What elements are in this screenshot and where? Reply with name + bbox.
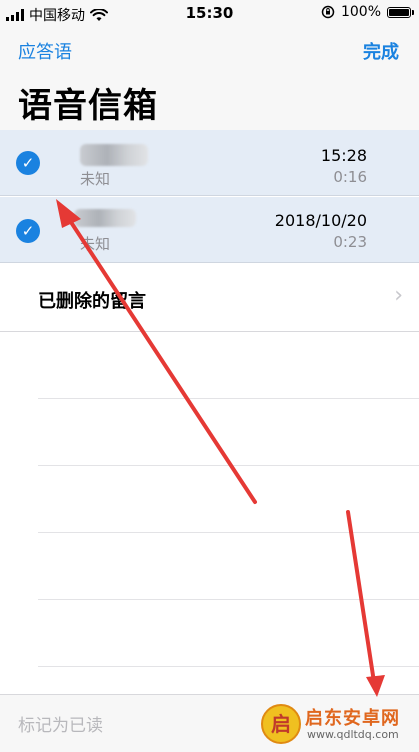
list-separator — [38, 398, 419, 399]
voicemail-time: 2018/10/20 — [274, 211, 367, 230]
battery-percent: 100% — [340, 4, 381, 20]
redacted-caller-name — [74, 209, 136, 227]
title-area: 语音信箱 — [0, 72, 419, 130]
status-bar: 中国移动 15:30 100% — [0, 0, 419, 28]
battery-icon — [387, 6, 414, 18]
checkmark-icon[interactable]: ✓ — [16, 151, 40, 175]
annotation-arrow — [346, 510, 385, 697]
voicemail-time: 15:28 — [320, 146, 367, 165]
list-separator — [38, 465, 419, 466]
voicemail-duration: 0:23 — [333, 233, 367, 251]
redacted-caller-name — [80, 144, 148, 166]
watermark-url: www.qdltdq.com — [307, 728, 399, 741]
page-title: 语音信箱 — [18, 86, 158, 126]
chevron-right-icon: › — [394, 283, 403, 308]
list-separator — [38, 599, 419, 600]
list-separator — [38, 532, 419, 533]
greeting-button[interactable]: 应答语 — [18, 38, 72, 64]
voicemail-duration: 0:16 — [333, 168, 367, 186]
watermark: 启 启东安卓网 www.qdltdq.com — [261, 700, 411, 748]
list-separator — [38, 666, 419, 667]
checkmark-icon[interactable]: ✓ — [16, 219, 40, 243]
watermark-logo-icon: 启 — [261, 704, 301, 744]
deleted-messages-row[interactable]: 已删除的留言 › — [0, 265, 419, 332]
done-button[interactable]: 完成 — [363, 38, 399, 64]
deleted-messages-label: 已删除的留言 — [38, 291, 146, 312]
rotation-lock-icon — [321, 5, 335, 19]
mark-as-read-button[interactable]: 标记为已读 — [18, 711, 103, 736]
caller-label: 未知 — [80, 235, 111, 253]
watermark-name: 启东安卓网 — [305, 708, 400, 729]
voicemail-row[interactable]: ✓ 未知 15:28 0:16 — [0, 130, 419, 196]
caller-label: 未知 — [80, 170, 111, 188]
nav-bar: 应答语 完成 — [0, 28, 419, 72]
voicemail-row[interactable]: ✓ 未知 2018/10/20 0:23 — [0, 197, 419, 263]
